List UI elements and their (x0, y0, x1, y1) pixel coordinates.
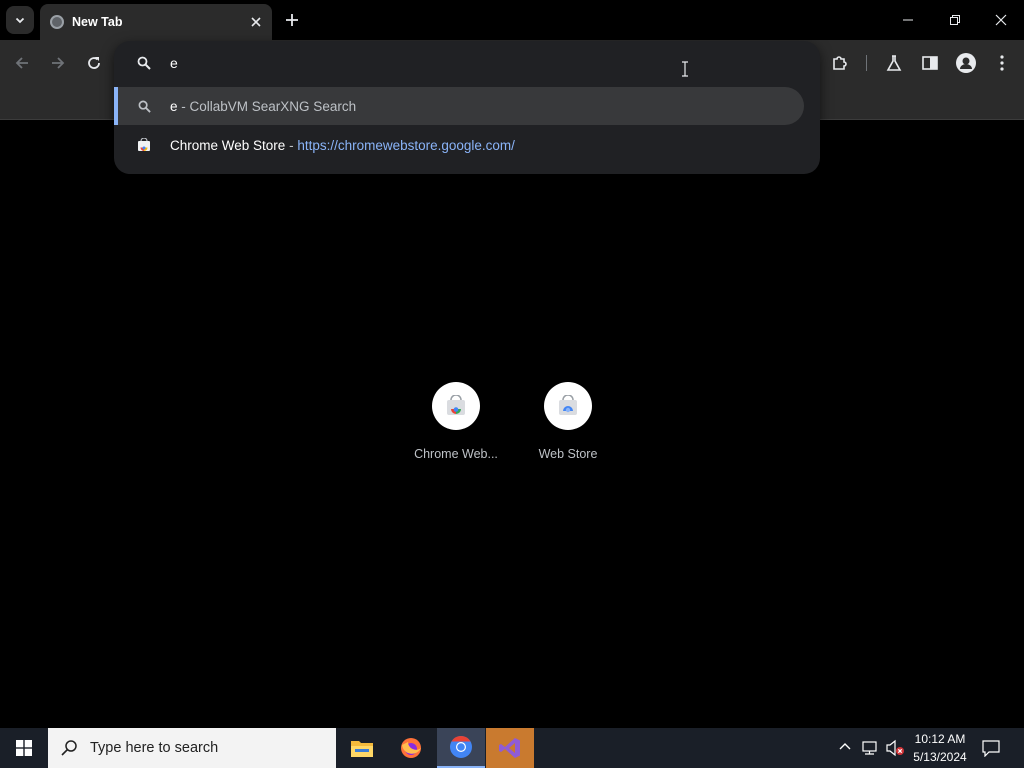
extensions-button[interactable] (826, 49, 854, 77)
taskbar: Type here to search 10:12 AM 5/13/2024 (0, 728, 1024, 768)
omnibox-popup: e e - CollabVM SearXNG Search Chrome Web… (114, 41, 820, 174)
suggestion-description: CollabVM SearXNG Search (189, 98, 357, 114)
tab-close-button[interactable] (246, 12, 266, 32)
suggestion-text: Chrome Web Store - https://chromewebstor… (170, 138, 515, 153)
address-bar-input[interactable]: e (170, 55, 178, 71)
web-store-icon (559, 395, 577, 415)
clock[interactable]: 10:12 AM 5/13/2024 (908, 730, 972, 766)
notification-icon (982, 740, 1000, 758)
suggestion-title: Chrome Web Store (170, 137, 286, 153)
network-icon (862, 741, 877, 755)
text-cursor-icon (682, 61, 688, 77)
side-panel-button[interactable] (916, 49, 944, 77)
chrome-icon (450, 736, 472, 758)
tab-title: New Tab (72, 15, 123, 29)
new-tab-button[interactable] (280, 8, 304, 32)
volume-tray-button[interactable] (885, 739, 905, 762)
flask-icon (886, 55, 902, 71)
suggestion-separator: - (285, 137, 298, 153)
restore-icon (950, 15, 960, 25)
shortcut-icon-container (432, 382, 480, 430)
taskbar-visual-studio[interactable] (486, 728, 534, 768)
network-tray-button[interactable] (861, 740, 879, 761)
tab-search-button[interactable] (6, 6, 34, 34)
chevron-up-icon (839, 743, 851, 750)
forward-button[interactable] (44, 49, 72, 77)
avatar-icon (956, 53, 976, 73)
labs-button[interactable] (880, 49, 908, 77)
side-panel-icon (922, 56, 938, 70)
tab-new-tab[interactable]: New Tab (40, 4, 272, 40)
toolbar-divider (866, 55, 867, 71)
plus-icon (286, 14, 298, 26)
shortcut-web-store[interactable]: Web Store (524, 382, 612, 461)
suggestion-query: e (170, 98, 178, 114)
suggestion-search[interactable]: e - CollabVM SearXNG Search (114, 87, 804, 125)
close-icon (251, 17, 261, 27)
close-icon (995, 14, 1007, 26)
start-button[interactable] (0, 728, 48, 768)
menu-button[interactable] (988, 49, 1016, 77)
more-vert-icon (1000, 55, 1004, 71)
back-button[interactable] (8, 49, 36, 77)
minimize-button[interactable] (888, 4, 928, 36)
shortcut-label: Web Store (538, 447, 598, 461)
puzzle-icon (833, 56, 847, 70)
minimize-icon (903, 19, 913, 21)
notifications-button[interactable] (982, 739, 1000, 762)
windows-logo-icon (16, 740, 32, 756)
clock-time: 10:12 AM (914, 732, 966, 746)
browser-titlebar: New Tab (0, 0, 1024, 40)
search-icon (137, 56, 151, 70)
chrome-web-store-icon (134, 135, 154, 155)
clock-date: 5/13/2024 (913, 750, 967, 764)
globe-icon (50, 15, 64, 29)
shortcut-chrome-web-store[interactable]: Chrome Web... (412, 382, 500, 461)
suggestion-text: e - CollabVM SearXNG Search (170, 99, 356, 114)
search-icon (134, 96, 154, 116)
address-bar[interactable]: e (114, 41, 820, 85)
taskbar-chrome[interactable] (437, 728, 485, 768)
chrome-web-store-icon (447, 395, 465, 415)
firefox-icon (401, 738, 421, 758)
reload-icon (88, 57, 100, 69)
profile-button[interactable] (952, 49, 980, 77)
restore-button[interactable] (935, 4, 975, 36)
chevron-down-icon (15, 17, 25, 24)
taskbar-file-explorer[interactable] (338, 728, 386, 768)
suggestion-url: https://chromewebstore.google.com/ (297, 137, 515, 153)
arrow-left-icon (15, 57, 28, 69)
tray-overflow-button[interactable] (838, 740, 852, 759)
arrow-right-icon (52, 57, 65, 69)
visual-studio-icon (499, 738, 520, 758)
reload-button[interactable] (80, 49, 108, 77)
taskbar-search-placeholder: Type here to search (90, 740, 219, 756)
close-window-button[interactable] (981, 4, 1021, 36)
taskbar-search-box[interactable]: Type here to search (48, 728, 336, 768)
shortcut-label: Chrome Web... (414, 447, 498, 461)
taskbar-firefox[interactable] (387, 728, 435, 768)
suggestion-chrome-web-store[interactable]: Chrome Web Store - https://chromewebstor… (114, 126, 804, 164)
volume-muted-icon (886, 739, 904, 757)
suggestion-separator: - (177, 98, 190, 114)
shortcut-icon-container (544, 382, 592, 430)
search-icon (61, 740, 77, 756)
selection-indicator (114, 87, 118, 125)
file-explorer-icon (351, 741, 373, 757)
